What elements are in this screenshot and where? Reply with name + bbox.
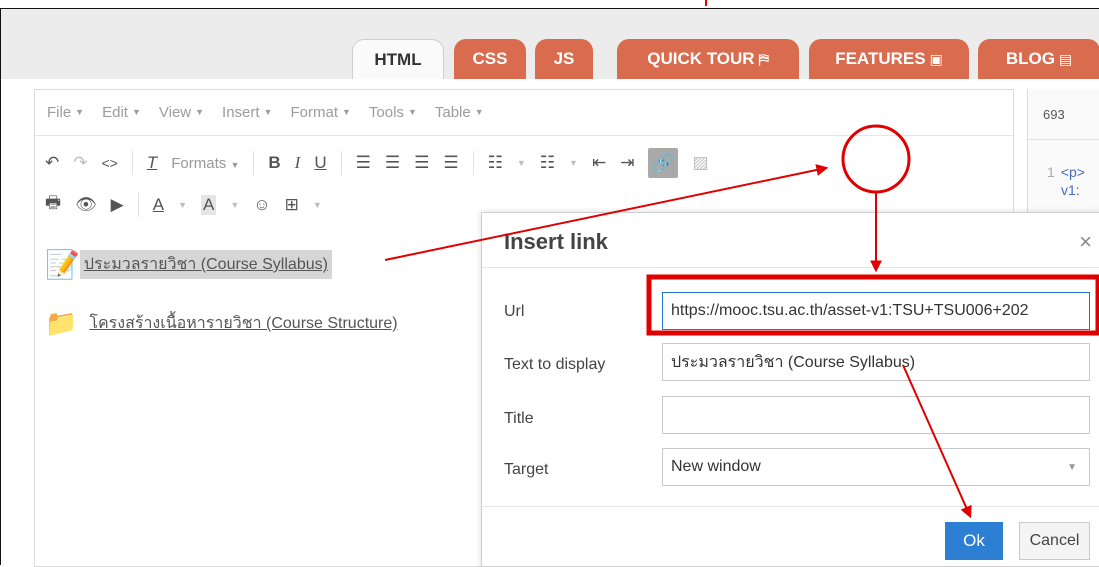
close-icon[interactable]: × xyxy=(1079,229,1092,255)
tab-features[interactable]: FEATURES ▣ xyxy=(809,39,969,79)
toolbar-row-2: 🖶 👁 ▶ A ▼ A ▼ ☺ ⊞ ▼ xyxy=(45,190,322,219)
caret-down-icon: ▼ xyxy=(263,107,273,117)
align-justify-icon[interactable]: ☰ xyxy=(443,153,458,173)
tab-js[interactable]: JS xyxy=(535,39,593,79)
text-to-display-input[interactable]: ประมวลรายวิชา (Course Syllabus) xyxy=(662,343,1090,381)
table-icon[interactable]: ⊞ xyxy=(285,195,299,215)
menubar-divider xyxy=(35,135,1013,136)
formats-dropdown[interactable]: Formats ▼ xyxy=(171,155,239,172)
title-label: Title xyxy=(504,410,534,427)
menu-table[interactable]: Table ▼ xyxy=(435,104,484,121)
underline-icon[interactable]: U xyxy=(314,153,326,173)
caret-down-icon: ▼ xyxy=(195,107,205,117)
image-icon[interactable]: ▨ xyxy=(692,153,708,173)
caret-down-icon[interactable]: ▼ xyxy=(517,158,526,168)
folder-icon: 📁 xyxy=(45,308,78,338)
window-border-left xyxy=(0,8,1,565)
caret-down-icon: ▼ xyxy=(230,159,240,170)
caret-down-icon: ▼ xyxy=(1067,461,1077,473)
toolbox-icon: ▣ xyxy=(929,50,943,67)
clear-format-icon[interactable]: T xyxy=(147,153,157,173)
toolbar-divider xyxy=(472,151,474,175)
toolbar-divider xyxy=(253,151,255,175)
align-right-icon[interactable]: ☰ xyxy=(414,153,429,173)
dialog-header-divider xyxy=(482,267,1099,268)
outdent-icon[interactable]: ⇤ xyxy=(592,153,606,173)
caret-down-icon: ▼ xyxy=(75,107,85,117)
undo-icon[interactable]: ↶ xyxy=(45,153,59,173)
toolbar-divider xyxy=(131,151,133,175)
content-item-syllabus[interactable]: 📝 ประมวลรายวิชา (Course Syllabus) xyxy=(45,248,332,281)
structure-link[interactable]: โครงสร้างเนื้อหารายวิชา (Course Structur… xyxy=(89,311,397,336)
menu-format[interactable]: Format ▼ xyxy=(290,104,350,121)
italic-icon[interactable]: I xyxy=(295,153,301,173)
syllabus-link[interactable]: ประมวลรายวิชา (Course Syllabus) xyxy=(84,256,328,273)
tab-html[interactable]: HTML xyxy=(352,39,444,79)
code-view[interactable]: 1 <p> v1: xyxy=(1047,163,1085,199)
tab-bar: HTML CSS JS QUICK TOUR ⛿ FEATURES ▣ BLOG ▤ xyxy=(1,9,1099,79)
menu-view[interactable]: View ▼ xyxy=(159,104,204,121)
target-select-value: New window xyxy=(671,458,761,475)
background-color-icon[interactable]: A xyxy=(201,194,217,215)
caret-down-icon: ▼ xyxy=(342,107,351,117)
bullet-list-icon[interactable]: ☷ xyxy=(488,153,503,173)
app-window: HTML CSS JS QUICK TOUR ⛿ FEATURES ▣ BLOG ▤ … xyxy=(0,0,1099,567)
caret-down-icon[interactable]: ▼ xyxy=(230,200,239,210)
redo-icon[interactable]: ↷ xyxy=(73,153,87,173)
link-icon: 🔗 xyxy=(652,152,675,173)
emoticon-icon[interactable]: ☺ xyxy=(253,195,270,215)
menu-insert[interactable]: Insert ▼ xyxy=(222,104,272,121)
target-label: Target xyxy=(504,461,549,478)
toolbar-divider xyxy=(340,151,342,175)
code-line: v1: xyxy=(1061,182,1080,198)
char-count: 693 xyxy=(1043,107,1065,122)
tab-blog[interactable]: BLOG ▤ xyxy=(978,39,1099,79)
url-label: Url xyxy=(504,303,525,320)
code-icon[interactable]: <> xyxy=(102,155,118,171)
numbered-list-icon[interactable]: ☷ xyxy=(540,153,555,173)
caret-down-icon[interactable]: ▼ xyxy=(313,200,322,210)
align-left-icon[interactable]: ☰ xyxy=(356,153,371,173)
caret-down-icon[interactable]: ▼ xyxy=(178,200,187,210)
book-icon: ▤ xyxy=(1058,50,1073,67)
media-icon[interactable]: ▶ xyxy=(111,195,124,215)
caret-down-icon: ▼ xyxy=(407,107,417,117)
title-input[interactable] xyxy=(662,396,1090,434)
editor-menubar: File ▼ Edit ▼ View ▼ Insert ▼ Format ▼ Tools ▼… xyxy=(47,104,484,121)
preview-icon[interactable]: 👁 xyxy=(75,195,97,215)
signpost-icon: ⛿ xyxy=(758,50,769,67)
text-to-display-label: Text to display xyxy=(504,356,606,373)
content-item-structure[interactable]: 📁 โครงสร้างเนื้อหารายวิชา (Course Struct… xyxy=(45,308,398,339)
caret-down-icon[interactable]: ▼ xyxy=(569,158,578,168)
caret-down-icon: ▼ xyxy=(131,107,141,117)
menu-file[interactable]: File ▼ xyxy=(47,104,84,121)
indent-icon[interactable]: ⇥ xyxy=(620,153,634,173)
text-color-icon[interactable]: A xyxy=(153,195,164,215)
bold-icon[interactable]: B xyxy=(268,153,280,173)
line-number: 1 xyxy=(1047,164,1055,180)
target-select[interactable]: New window ▼ xyxy=(662,448,1090,486)
menu-tools[interactable]: Tools ▼ xyxy=(369,104,417,121)
pane-divider xyxy=(1028,139,1099,140)
url-input[interactable]: https://mooc.tsu.ac.th/asset-v1:TSU+TSU0… xyxy=(662,292,1090,330)
insert-link-button[interactable]: 🔗 xyxy=(648,148,679,178)
tab-css[interactable]: CSS xyxy=(454,39,526,79)
caret-down-icon: ▼ xyxy=(474,107,484,117)
dialog-footer-divider xyxy=(482,506,1099,507)
toolbar-divider xyxy=(137,192,139,217)
dialog-title: Insert link xyxy=(504,229,608,254)
code-line: <p> xyxy=(1060,164,1085,180)
tab-quick-tour[interactable]: QUICK TOUR ⛿ xyxy=(617,39,799,79)
align-center-icon[interactable]: ☰ xyxy=(385,153,400,173)
cancel-button[interactable]: Cancel xyxy=(1019,522,1090,560)
menu-edit[interactable]: Edit ▼ xyxy=(102,104,141,121)
toolbar-row-1: ↶ ↷ <> T Formats ▼ B I U ☰ ☰ ☰ ☰ ☷ ▼ ☷ ▼… xyxy=(45,148,709,178)
print-icon[interactable]: 🖶 xyxy=(45,190,61,219)
syllabus-icon: 📝 xyxy=(45,249,80,280)
ok-button[interactable]: Ok xyxy=(945,522,1003,560)
insert-link-dialog: Insert link × Url https://mooc.tsu.ac.th… xyxy=(481,212,1099,567)
